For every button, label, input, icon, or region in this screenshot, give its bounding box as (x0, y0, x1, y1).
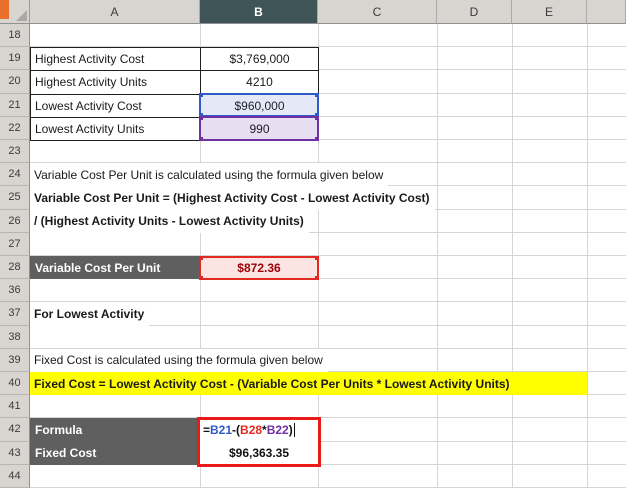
formula-segment: ) (288, 422, 293, 437)
sheet-row-36 (30, 279, 626, 303)
row-header-20[interactable]: 20 (0, 70, 30, 94)
row-header-28[interactable]: 28 (0, 256, 30, 280)
row-header-23[interactable]: 23 (0, 140, 30, 164)
row-header-42[interactable]: 42 (0, 418, 30, 442)
sheet-row-26: / (Highest Activity Units - Lowest Activ… (30, 209, 626, 233)
cell-a20-label[interactable]: Highest Activity Units (31, 71, 201, 95)
row-header-41[interactable]: 41 (0, 395, 30, 419)
column-header-d[interactable]: D (437, 0, 512, 24)
cell-a24-note[interactable]: Variable Cost Per Unit is calculated usi… (30, 163, 389, 187)
cell-a39-note[interactable]: Fixed Cost is calculated using the formu… (30, 348, 328, 372)
sheet-row-43: Fixed Cost $96,363.35 (30, 441, 626, 465)
sheet-row-38 (30, 325, 626, 349)
cell-b43-fixed-cost[interactable]: $96,363.35 (200, 441, 318, 465)
row-header-36[interactable]: 36 (0, 279, 30, 303)
cell-b22-value[interactable]: 990 (201, 117, 319, 141)
select-all-triangle-icon (16, 10, 27, 21)
select-all-corner[interactable] (0, 0, 30, 24)
cell-a42-label[interactable]: Formula (30, 418, 200, 442)
sheet-row-24: Variable Cost Per Unit is calculated usi… (30, 163, 626, 187)
formula-segment-ref-b22: B22 (266, 422, 289, 437)
column-header-a[interactable]: A (30, 0, 200, 24)
cell-a26-formula-text[interactable]: / (Highest Activity Units - Lowest Activ… (30, 209, 309, 233)
row-header-37[interactable]: 37 (0, 302, 30, 326)
cell-b20-value[interactable]: 4210 (201, 71, 319, 95)
formula-segment: = (203, 422, 211, 437)
cell-a25-formula-text[interactable]: Variable Cost Per Unit = (Highest Activi… (30, 186, 435, 210)
column-header-f[interactable] (587, 0, 626, 24)
cropped-artifact (0, 0, 9, 19)
row-header-40[interactable]: 40 (0, 372, 30, 396)
sheet-row-25: Variable Cost Per Unit = (Highest Activi… (30, 186, 626, 210)
sheet-row-37: For Lowest Activity (30, 302, 626, 326)
cell-a43-label[interactable]: Fixed Cost (30, 441, 200, 465)
row-header-22[interactable]: 22 (0, 116, 30, 140)
sheet-row-23 (30, 140, 626, 164)
sheet-row-39: Fixed Cost is calculated using the formu… (30, 348, 626, 372)
cell-b42-formula-input[interactable]: = B21 -( B28 * B22 ) (200, 418, 318, 442)
cell-b21-value[interactable]: $960,000 (201, 94, 319, 118)
sheet-row-27 (30, 232, 626, 256)
sheet-row-18 (30, 24, 626, 48)
row-header-25[interactable]: 25 (0, 186, 30, 210)
cell-a28-label[interactable]: Variable Cost Per Unit (30, 256, 200, 280)
row-header-19[interactable]: 19 (0, 47, 30, 71)
row-header-26[interactable]: 26 (0, 209, 30, 233)
sheet-row-42: Formula = B21 -( B28 * B22 ) (30, 418, 626, 442)
column-header-b[interactable]: B (200, 0, 318, 24)
formula-segment-ref-b28: B28 (240, 422, 263, 437)
cell-a19-label[interactable]: Highest Activity Cost (31, 48, 201, 72)
sheet-row-44 (30, 464, 626, 488)
cell-a40-highlighted-formula[interactable]: Fixed Cost = Lowest Activity Cost - (Var… (30, 372, 587, 396)
cell-a21-label[interactable]: Lowest Activity Cost (31, 94, 201, 118)
row-header-24[interactable]: 24 (0, 163, 30, 187)
row-header-39[interactable]: 39 (0, 348, 30, 372)
activity-table: Highest Activity Cost $3,769,000 Highest… (30, 47, 319, 141)
sheet-row-41 (30, 395, 626, 419)
column-header-e[interactable]: E (512, 0, 587, 24)
row-header-27[interactable]: 27 (0, 232, 30, 256)
row-header-44[interactable]: 44 (0, 464, 30, 488)
cell-a22-label[interactable]: Lowest Activity Units (31, 117, 201, 141)
row-header-18[interactable]: 18 (0, 24, 30, 48)
formula-segment-ref-b21: B21 (210, 422, 233, 437)
row-header-43[interactable]: 43 (0, 441, 30, 465)
cell-a37-heading[interactable]: For Lowest Activity (30, 302, 150, 326)
text-cursor (293, 422, 295, 437)
sheet-row-28: Variable Cost Per Unit $872.36 (30, 256, 626, 280)
formula-segment: -( (232, 422, 241, 437)
cell-b28-variable-cost[interactable]: $872.36 (200, 256, 318, 280)
cell-b19-value[interactable]: $3,769,000 (201, 48, 319, 72)
row-header-38[interactable]: 38 (0, 325, 30, 349)
row-header-21[interactable]: 21 (0, 93, 30, 117)
column-header-c[interactable]: C (318, 0, 437, 24)
spreadsheet: A B C D E 18 19 20 21 22 23 24 25 26 27 … (0, 0, 626, 488)
sheet-row-40: Fixed Cost = Lowest Activity Cost - (Var… (30, 372, 626, 396)
